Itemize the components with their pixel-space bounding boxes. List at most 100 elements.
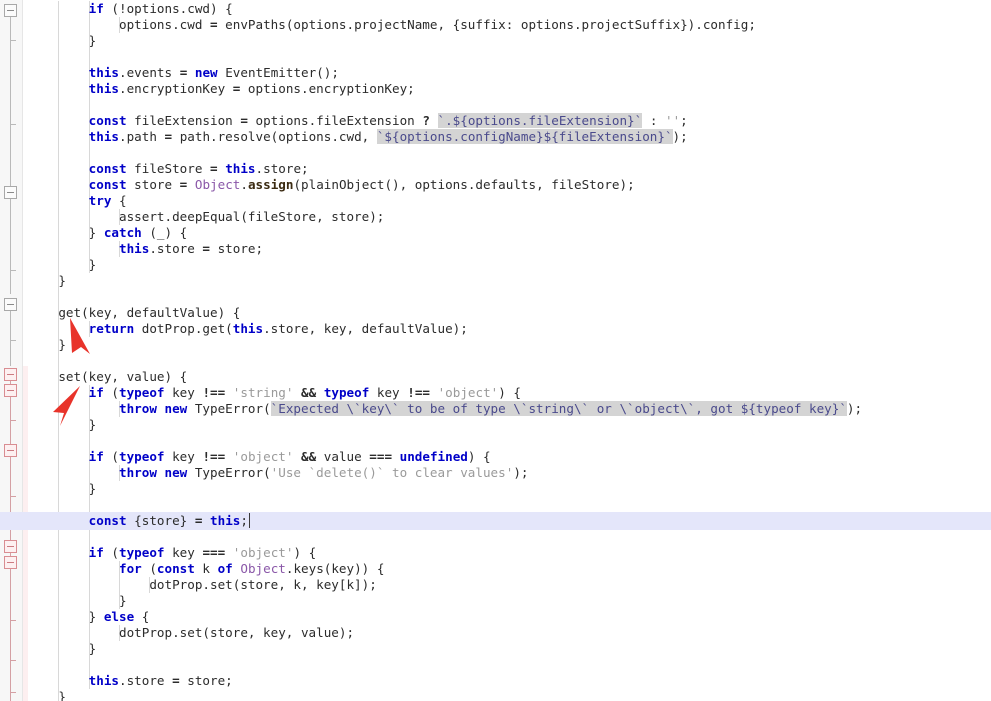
code-token: } xyxy=(88,33,97,48)
code-token: 'object' xyxy=(232,449,294,464)
code-line[interactable] xyxy=(28,497,991,513)
code-line[interactable]: } xyxy=(28,593,991,609)
code-line[interactable]: this.events = new EventEmitter(); xyxy=(28,65,991,81)
code-folding-rail[interactable] xyxy=(0,0,22,701)
code-line[interactable]: } xyxy=(28,689,991,701)
code-line[interactable] xyxy=(28,657,991,673)
code-token: throw xyxy=(119,401,157,416)
code-line[interactable]: get(key, defaultValue) { xyxy=(28,305,991,321)
code-line[interactable]: if (typeof key === 'object') { xyxy=(28,545,991,561)
code-token: = xyxy=(210,161,218,176)
code-line[interactable]: throw new TypeError(`Expected \`key\` to… xyxy=(28,401,991,417)
code-token: ? xyxy=(422,113,430,128)
code-line[interactable]: if (typeof key !== 'string' && typeof ke… xyxy=(28,385,991,401)
code-token: !== xyxy=(407,385,430,400)
fold-collapse-toggle[interactable] xyxy=(4,368,17,381)
fold-end-tick xyxy=(10,124,16,125)
code-token: === xyxy=(202,545,226,560)
code-line[interactable] xyxy=(28,433,991,449)
code-line[interactable]: const {store} = this; xyxy=(28,513,991,529)
code-token: { xyxy=(111,193,127,208)
code-line[interactable]: dotProp.set(store, k, key[k]); xyxy=(28,577,991,593)
code-token: .store, key, defaultValue); xyxy=(263,321,468,336)
fold-end-tick xyxy=(10,620,16,621)
code-token: (plainObject(), options.defaults, fileSt… xyxy=(293,177,635,192)
code-token: {store} xyxy=(126,513,195,528)
code-line[interactable]: } xyxy=(28,641,991,657)
code-editor[interactable]: if (!options.cwd) { options.cwd = envPat… xyxy=(0,0,991,701)
fold-end-tick xyxy=(10,660,16,661)
fold-collapse-toggle[interactable] xyxy=(4,186,17,199)
code-line[interactable] xyxy=(28,97,991,113)
code-line[interactable]: } catch (_) { xyxy=(28,225,991,241)
code-line[interactable]: set(key, value) { xyxy=(28,369,991,385)
code-token: } xyxy=(88,225,104,240)
fold-collapse-toggle[interactable] xyxy=(4,384,17,397)
code-line[interactable] xyxy=(28,145,991,161)
code-line[interactable]: } xyxy=(28,417,991,433)
code-line[interactable]: if (!options.cwd) { xyxy=(28,1,991,17)
code-line[interactable]: this.encryptionKey = options.encryptionK… xyxy=(28,81,991,97)
code-line[interactable]: } else { xyxy=(28,609,991,625)
code-line[interactable] xyxy=(28,353,991,369)
code-line[interactable] xyxy=(28,289,991,305)
code-line[interactable]: } xyxy=(28,33,991,49)
code-line[interactable]: const fileExtension = options.fileExtens… xyxy=(28,113,991,129)
fold-collapse-toggle[interactable] xyxy=(4,444,17,457)
code-token: assert.deepEqual(fileStore, store); xyxy=(119,209,385,224)
code-content-area[interactable]: if (!options.cwd) { options.cwd = envPat… xyxy=(0,0,991,701)
code-token: dotProp.set(store, k, key[k]); xyxy=(149,577,377,592)
code-token: } xyxy=(88,481,97,496)
code-line[interactable]: assert.deepEqual(fileStore, store); xyxy=(28,209,991,225)
code-token: store; xyxy=(179,673,233,688)
code-line[interactable] xyxy=(28,49,991,65)
code-line[interactable]: if (typeof key !== 'object' && value ===… xyxy=(28,449,991,465)
code-line[interactable] xyxy=(28,529,991,545)
code-token: 'object' xyxy=(437,385,499,400)
code-token: new xyxy=(164,401,188,416)
code-token: = xyxy=(210,17,218,32)
code-token: ; xyxy=(680,113,688,128)
code-line[interactable]: this.store = store; xyxy=(28,241,991,257)
code-line[interactable]: } xyxy=(28,337,991,353)
code-token: === xyxy=(369,449,393,464)
code-line[interactable]: this.path = path.resolve(options.cwd, `$… xyxy=(28,129,991,145)
code-token: ); xyxy=(846,401,863,416)
code-line[interactable]: const store = Object.assign(plainObject(… xyxy=(28,177,991,193)
code-line[interactable]: for (const k of Object.keys(key)) { xyxy=(28,561,991,577)
code-line[interactable]: dotProp.set(store, key, value); xyxy=(28,625,991,641)
code-line[interactable]: this.store = store; xyxy=(28,673,991,689)
fold-collapse-toggle[interactable] xyxy=(4,540,17,553)
code-token: if xyxy=(88,449,104,464)
code-token: = xyxy=(240,113,248,128)
code-line[interactable]: throw new TypeError('Use `delete()` to c… xyxy=(28,465,991,481)
fold-collapse-toggle[interactable] xyxy=(4,556,17,569)
fold-collapse-toggle[interactable] xyxy=(4,4,17,17)
editor-gutter[interactable] xyxy=(0,0,23,701)
code-line[interactable]: options.cwd = envPaths(options.projectNa… xyxy=(28,17,991,33)
code-line[interactable]: } xyxy=(28,257,991,273)
code-line[interactable]: const fileStore = this.store; xyxy=(28,161,991,177)
code-token: options.cwd xyxy=(119,17,210,32)
code-line[interactable]: } xyxy=(28,481,991,497)
code-line[interactable]: } xyxy=(28,273,991,289)
fold-collapse-toggle[interactable] xyxy=(4,298,17,311)
code-token: for xyxy=(119,561,142,576)
code-line[interactable]: return dotProp.get(this.store, key, defa… xyxy=(28,321,991,337)
code-token: dotProp.set(store, key, value); xyxy=(119,625,355,640)
code-line[interactable]: try { xyxy=(28,193,991,209)
code-token: '' xyxy=(665,113,681,128)
code-token: typeof xyxy=(119,385,165,400)
code-token: } xyxy=(58,689,66,701)
code-token: try xyxy=(88,193,112,208)
code-token: ) { xyxy=(467,449,491,464)
